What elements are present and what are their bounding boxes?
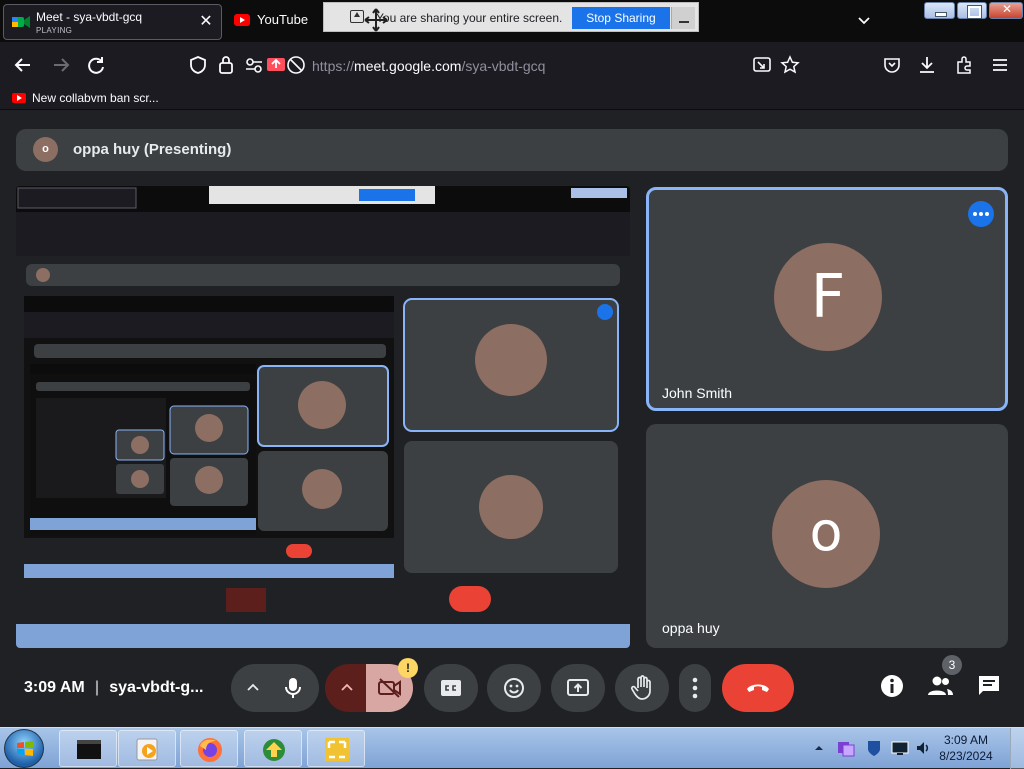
taskbar-app-terminal[interactable] [59,730,117,767]
presenting-label: oppa huy (Presenting) [73,141,232,158]
sharing-notice: You are sharing your entire screen. [376,11,563,25]
reload-icon[interactable] [85,54,107,76]
meeting-controls-bar: 3:09 AM | sya-vbdt-g... ! 3 [0,650,1024,726]
hamburger-menu-icon[interactable] [990,55,1010,75]
permissions-icon[interactable] [244,55,264,75]
presenter-avatar: o [33,137,58,162]
youtube-icon [12,93,26,103]
meeting-time: 3:09 AM [24,679,85,696]
url-host: meet.google.com [354,58,462,74]
media-player-icon [136,738,158,761]
tab-title: YouTube [257,12,309,27]
tab-title: Meet - sya-vbdt-gcq [36,10,143,24]
camera-warning-badge: ! [398,658,418,678]
participant-avatar: o [772,480,880,588]
meeting-details-info-icon[interactable] [878,672,906,700]
extensions-icon[interactable] [954,55,974,75]
emoji-icon [504,678,524,698]
system-clock[interactable]: 3:09 AM 8/23/2024 [938,733,994,763]
captions-button[interactable] [424,664,478,712]
tray-shield-icon[interactable] [866,739,882,757]
picture-in-picture-icon[interactable] [752,55,772,75]
network-icon[interactable] [891,740,909,756]
emoji-reactions-button[interactable] [487,664,541,712]
people-icon[interactable] [926,672,954,700]
microphone-icon[interactable] [281,676,305,700]
url-path: /sya-vbdt-gcq [461,58,546,74]
browser-tab-bar: Meet - sya-vbdt-gcq PLAYING ✕ YouTube Yo… [0,0,1024,42]
windows-logo-icon [17,741,33,756]
hang-up-icon [747,684,769,692]
present-screen-icon [567,679,589,696]
more-options-icon[interactable] [968,201,994,227]
tab-meet[interactable]: Meet - sya-vbdt-gcq PLAYING ✕ [3,4,222,40]
tab-audio-status: PLAYING [36,26,73,35]
pocket-icon[interactable] [882,55,902,75]
participant-count-badge: 3 [942,655,962,675]
taskbar-app-globe[interactable] [244,730,302,767]
microphone-group [231,664,319,712]
participant-tile-john-smith[interactable]: F John Smith [646,187,1008,411]
hand-icon [631,675,651,700]
window-close-button[interactable] [989,2,1024,19]
raise-hand-button[interactable] [615,664,669,712]
window-minimize-button[interactable] [924,2,955,19]
chat-icon[interactable] [975,672,1003,700]
present-now-button[interactable] [551,664,605,712]
system-time: 3:09 AM [943,733,989,747]
move-cursor-icon [364,8,388,32]
audio-options-chevron-icon[interactable] [245,680,261,696]
tracking-protection-shield-icon[interactable] [188,55,208,75]
bookmarks-toolbar: New collabvm ban scr... [0,88,1024,110]
minimize-sharing-bar-button[interactable] [671,7,695,29]
console-icon [77,740,101,759]
forward-icon[interactable] [50,54,72,76]
url-bar[interactable]: https://meet.google.com/sya-vbdt-gcq [312,58,545,74]
taskbar-app-tools[interactable] [307,730,365,767]
show-desktop-button[interactable] [1010,728,1024,769]
tray-app-icon[interactable] [837,739,855,757]
video-options-chevron-icon[interactable] [339,680,355,696]
more-options-button[interactable] [679,664,711,712]
camera-blocked-icon[interactable] [286,55,306,75]
participant-tile-oppa-huy[interactable]: o oppa huy [646,424,1008,648]
arrows-app-icon [325,738,349,761]
show-hidden-icons-icon[interactable] [814,743,824,753]
window-maximize-button[interactable] [957,2,987,19]
browser-nav-bar: https://meet.google.com/sya-vbdt-gcq [0,42,1024,88]
more-vert-icon [692,677,698,699]
firefox-icon [198,738,222,762]
shared-screen-view [16,186,630,648]
meet-page: o oppa huy (Presenting) F John Smith o o… [0,111,1024,727]
close-tab-icon[interactable]: ✕ [197,13,215,31]
volume-icon[interactable] [916,740,932,756]
back-icon[interactable] [12,54,34,76]
participant-name: John Smith [662,385,733,401]
start-button[interactable] [4,729,44,768]
participant-avatar: F [774,243,882,351]
youtube-icon [234,14,250,26]
lock-icon[interactable] [217,55,235,75]
url-scheme: https:// [312,58,355,74]
google-meet-icon [12,16,30,28]
bookmark-star-icon[interactable] [780,55,800,75]
meeting-code: sya-vbdt-g... [109,679,204,696]
taskbar-app-firefox[interactable] [180,730,238,767]
meeting-time-and-code: 3:09 AM | sya-vbdt-g... [24,679,204,696]
windows-taskbar: 3:09 AM 8/23/2024 [0,727,1024,769]
internet-download-icon [263,739,285,761]
stop-sharing-button[interactable]: Stop Sharing [572,7,670,29]
bookmark-label: New collabvm ban scr... [32,91,159,105]
taskbar-app-media[interactable] [118,730,176,767]
participant-name: oppa huy [662,620,720,636]
screen-share-icon [350,10,364,23]
presenting-bar: o oppa huy (Presenting) [16,129,1008,171]
downloads-icon[interactable] [917,55,937,75]
system-date: 8/23/2024 [939,749,993,763]
camera-off-icon [378,678,401,698]
list-all-tabs-icon[interactable] [856,12,872,28]
leave-call-button[interactable] [722,664,794,712]
closed-captions-icon [441,680,461,696]
screen-sharing-indicator-icon[interactable] [266,55,286,75]
